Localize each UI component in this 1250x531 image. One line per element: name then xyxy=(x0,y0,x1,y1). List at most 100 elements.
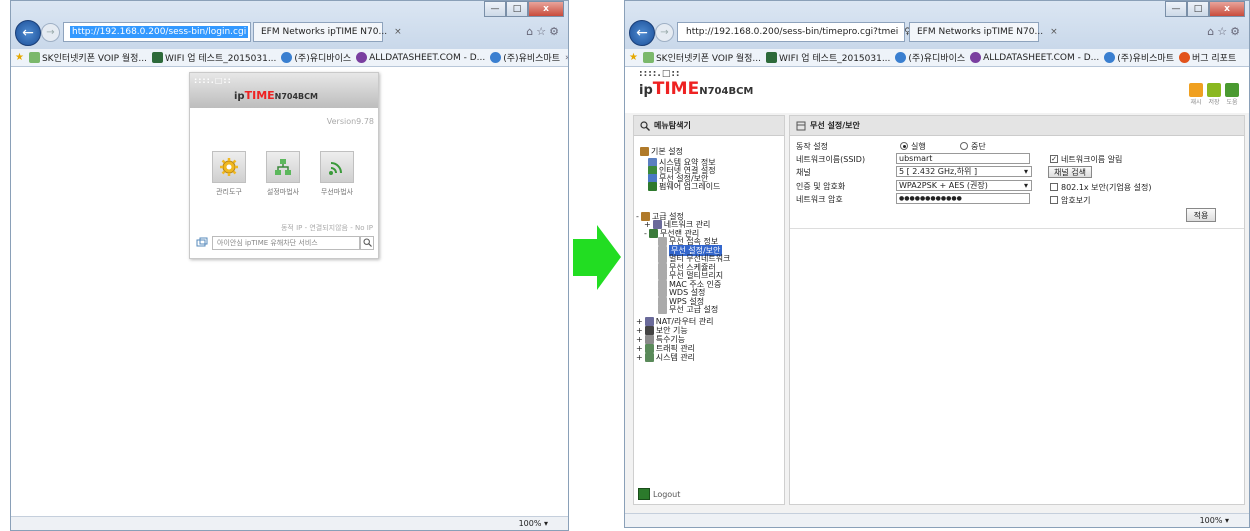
help-button[interactable]: 도움 xyxy=(1225,83,1239,106)
favorite-item[interactable]: SK인터넷키폰 VOIP 월정... xyxy=(28,51,147,64)
menu-item-icon xyxy=(640,147,649,156)
address-bar[interactable]: e http://192.168.0.200/sess-bin/timepro.… xyxy=(677,22,929,42)
back-button[interactable]: ← xyxy=(15,20,41,46)
channel-select[interactable]: 5 [ 2.432 GHz,하위 ] ▾ xyxy=(896,166,1032,177)
toolbar-icons[interactable]: ⌂☆⚙ xyxy=(526,25,562,38)
close-button[interactable]: x xyxy=(1209,1,1245,17)
page-content: ::::.□:: ipTIMEN704BCM 재시 저장 도움 메뉴탐색기 기본… xyxy=(625,67,1249,513)
collapse-icon[interactable]: - xyxy=(636,212,639,221)
search-icon xyxy=(640,120,650,131)
menu-tree-item[interactable]: + 시스템 관리 xyxy=(636,352,695,363)
safety-service-icon xyxy=(196,237,208,246)
maximize-button[interactable]: □ xyxy=(506,1,528,17)
menu-item-label: 시스템 관리 xyxy=(655,353,696,362)
apply-button[interactable]: 적용 xyxy=(1186,208,1216,222)
favorites-star-icon[interactable]: ★ xyxy=(629,52,638,63)
checkbox-empty-icon xyxy=(1050,196,1058,204)
ssid-label: 네트워크이름(SSID) xyxy=(796,155,866,164)
page-content: ::::.□:: ipTIMEN704BCM Version9.78 관리도구 … xyxy=(11,67,568,516)
channel-label: 채널 xyxy=(796,168,811,177)
search-icon xyxy=(363,238,372,247)
forward-button[interactable]: → xyxy=(41,23,60,42)
show-password-checkbox[interactable]: 암호보기 xyxy=(1050,194,1090,206)
channel-search-button[interactable]: 채널 검색 xyxy=(1048,166,1092,178)
favorite-item[interactable]: SK인터넷키폰 VOIP 월정... xyxy=(642,51,761,64)
panel-header: 무선 설정/보안 xyxy=(790,116,1244,136)
minimize-button[interactable]: — xyxy=(484,1,506,17)
page-icon xyxy=(642,52,654,63)
menu-tree-item[interactable]: 무선 고급 설정 xyxy=(658,304,718,315)
tab-close-icon[interactable]: × xyxy=(1050,27,1058,37)
login-header: ::::.□:: ipTIMEN704BCM xyxy=(190,73,378,108)
alldatasheet-icon xyxy=(970,52,982,63)
window-controls: — □ x xyxy=(484,1,564,17)
url-text[interactable]: http://192.168.0.200/sess-bin/login.cgi xyxy=(70,26,249,38)
wireless-wizard-button[interactable] xyxy=(320,151,354,183)
form-divider xyxy=(790,228,1244,229)
menu-tree-item[interactable]: 기본 설정 xyxy=(640,146,683,157)
favorite-item[interactable]: (주)유디바이스 xyxy=(281,51,351,64)
8021x-checkbox[interactable]: 802.1x 보안(기업용 설정) xyxy=(1050,181,1151,193)
menu-tree-item[interactable]: 펌웨어 업그레이드 xyxy=(648,181,720,192)
maximize-button[interactable]: □ xyxy=(1187,1,1209,17)
save-icon xyxy=(1207,83,1221,97)
dots-logo: ::::.□:: xyxy=(639,69,681,79)
logout-icon xyxy=(638,488,650,500)
favorites-more-icon[interactable]: » xyxy=(565,53,568,63)
safety-search-input[interactable]: 아이안심 ipTIME 유해차단 서비스 xyxy=(212,235,360,250)
zoom-level[interactable]: 100% ▾ xyxy=(1200,516,1229,525)
ie-icon xyxy=(895,52,907,63)
favorite-item[interactable]: (주)유디바이스 xyxy=(895,51,965,64)
favorite-item[interactable]: ALLDATASHEET.COM - D... xyxy=(356,52,485,63)
status-bar: 100% ▾ xyxy=(11,516,568,530)
ssid-broadcast-checkbox[interactable]: ✓ 네트워크이름 알림 xyxy=(1050,153,1122,165)
forward-button[interactable]: → xyxy=(655,23,674,42)
menu-item-label: 무선 고급 설정 xyxy=(669,305,719,314)
wifi-icon xyxy=(329,162,342,175)
save-button[interactable]: 저장 xyxy=(1207,83,1221,106)
auth-select[interactable]: WPA2PSK + AES (권장) ▾ xyxy=(896,180,1032,191)
dots-logo: ::::.□:: xyxy=(194,76,232,85)
back-arrow-icon: ← xyxy=(636,25,648,41)
forward-arrow-icon: → xyxy=(660,27,669,38)
favorite-item[interactable]: WIFI 업 테스트_2015031... xyxy=(152,51,276,64)
back-arrow-icon: ← xyxy=(22,25,34,41)
zoom-level[interactable]: 100% ▾ xyxy=(519,519,548,528)
setup-wizard-button[interactable] xyxy=(266,151,300,183)
minimize-button[interactable]: — xyxy=(1165,1,1187,17)
favorite-item[interactable]: (주)유비스마트 xyxy=(1104,51,1174,64)
collapse-icon[interactable]: - xyxy=(644,229,647,238)
ie-icon xyxy=(1104,52,1116,63)
toolbar-icons[interactable]: ⌂☆⚙ xyxy=(1207,25,1243,38)
browser-tab[interactable]: EFM Networks ipTIME N70... × xyxy=(909,22,1058,42)
search-button[interactable] xyxy=(360,235,374,250)
ssid-input[interactable]: ubsmart xyxy=(896,153,1030,164)
help-icon xyxy=(1225,83,1239,97)
setup-wizard-label: 설정마법사 xyxy=(266,188,300,196)
logout-button[interactable]: Logout xyxy=(638,488,680,500)
favorite-item[interactable]: WIFI 업 테스트_2015031... xyxy=(766,51,890,64)
favorite-item[interactable]: (주)유비스마트 xyxy=(490,51,560,64)
address-bar[interactable]: e http://192.168.0.200/sess-bin/login.cg… xyxy=(63,22,277,42)
favorites-star-icon[interactable]: ★ xyxy=(15,52,24,63)
mode-off-radio[interactable]: 중단 xyxy=(960,140,986,152)
favorites-bar: ★ SK인터넷키폰 VOIP 월정... WIFI 업 테스트_2015031.… xyxy=(625,49,1249,67)
mode-on-radio[interactable]: 실행 xyxy=(900,140,926,152)
favorite-item[interactable]: 버그 리포트 xyxy=(1178,51,1236,64)
favorite-item[interactable]: ALLDATASHEET.COM - D... xyxy=(970,52,1099,63)
radio-on-icon xyxy=(900,142,908,150)
expand-icon[interactable]: + xyxy=(636,353,643,362)
tab-title: EFM Networks ipTIME N70... xyxy=(917,27,1044,37)
password-input[interactable]: ●●●●●●●●●●●● xyxy=(896,193,1030,204)
favorites-bar: ★ SK인터넷키폰 VOIP 월정... WIFI 업 테스트_2015031.… xyxy=(11,49,568,67)
admin-tool-label: 관리도구 xyxy=(216,188,242,196)
back-button[interactable]: ← xyxy=(629,20,655,46)
tab-close-icon[interactable]: × xyxy=(394,27,402,37)
url-text[interactable]: http://192.168.0.200/sess-bin/timepro.cg… xyxy=(684,26,900,38)
close-button[interactable]: x xyxy=(528,1,564,17)
browser-tab[interactable]: EFM Networks ipTIME N70... × xyxy=(253,22,402,42)
brand-logo: ::::.□:: ipTIMEN704BCM xyxy=(639,69,754,99)
admin-tool-button[interactable] xyxy=(212,151,246,183)
restart-button[interactable]: 재시 xyxy=(1189,83,1203,106)
gear-icon xyxy=(220,158,238,176)
